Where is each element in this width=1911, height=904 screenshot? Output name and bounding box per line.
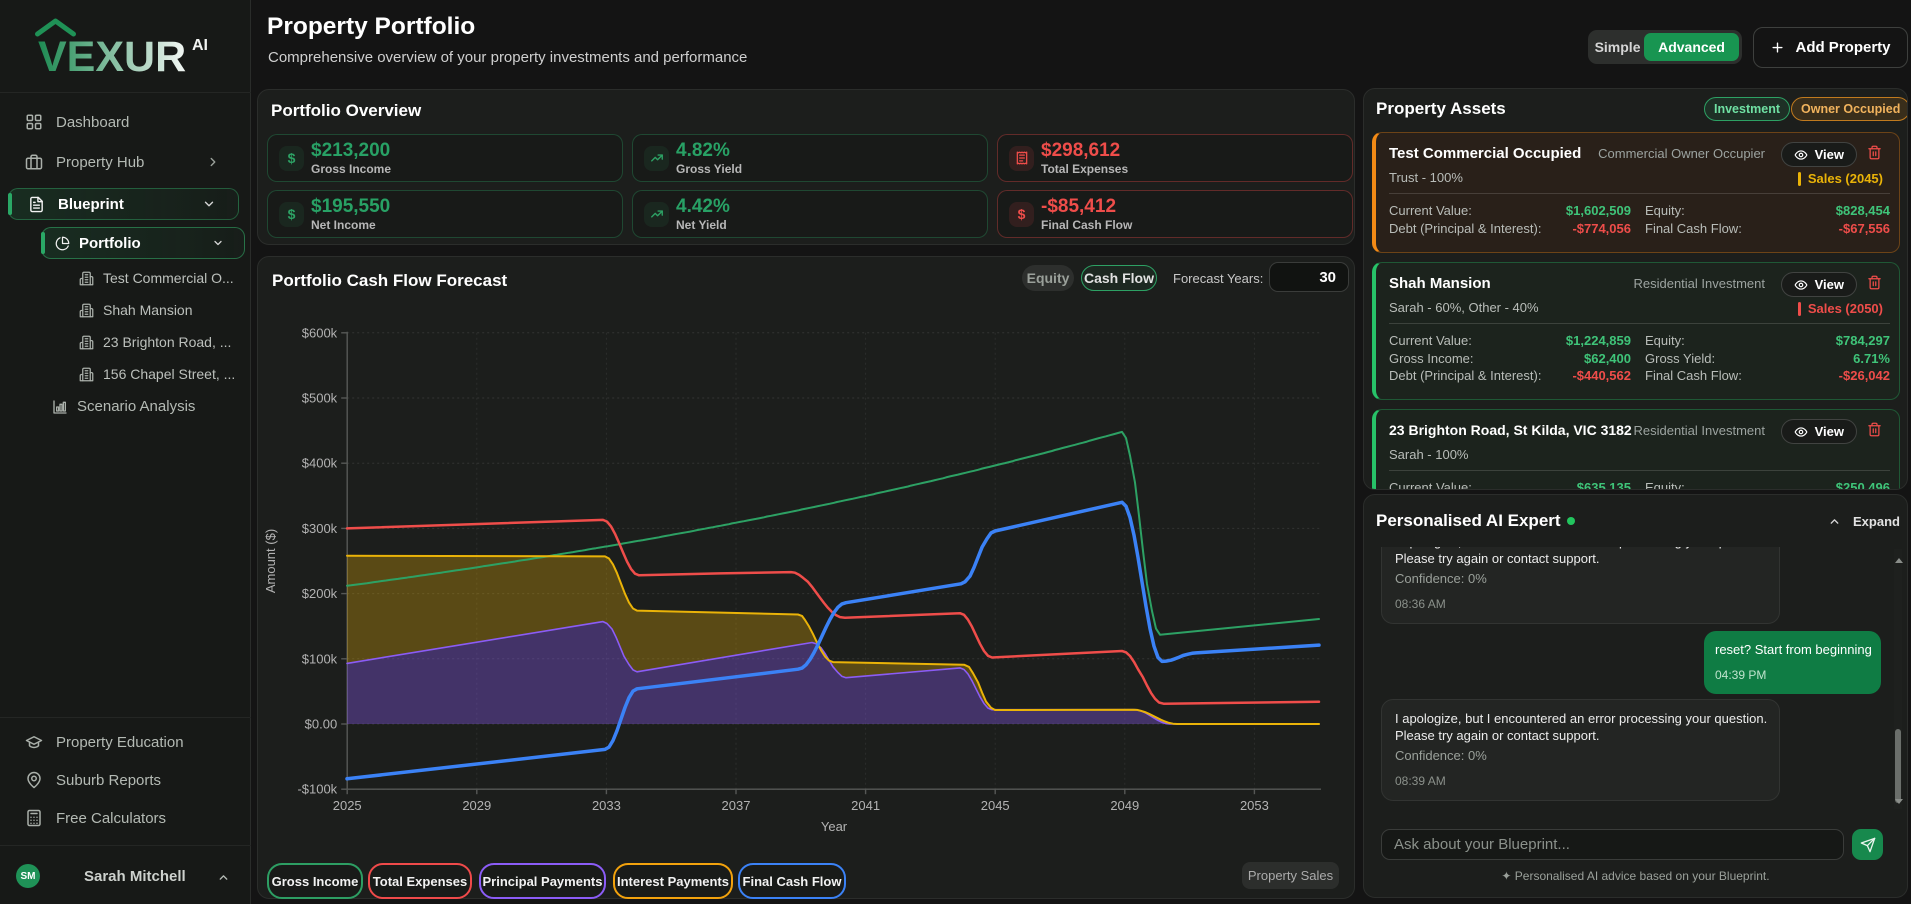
svg-text:2025: 2025 [333,798,362,813]
svg-text:2045: 2045 [981,798,1010,813]
svg-text:$300k: $300k [302,521,338,536]
svg-text:$0.00: $0.00 [305,717,338,732]
svg-text:$600k: $600k [302,325,338,340]
svg-text:2041: 2041 [851,798,880,813]
svg-text:2033: 2033 [592,798,621,813]
svg-text:$500k: $500k [302,391,338,406]
svg-text:$200k: $200k [302,586,338,601]
svg-text:$400k: $400k [302,456,338,471]
svg-text:-$100k: -$100k [297,782,337,797]
svg-text:Year: Year [821,819,848,834]
svg-text:$100k: $100k [302,651,338,666]
svg-text:2037: 2037 [722,798,751,813]
svg-text:VEXUR: VEXUR [38,33,186,76]
svg-text:2053: 2053 [1240,798,1269,813]
svg-text:2049: 2049 [1110,798,1139,813]
svg-text:2029: 2029 [462,798,491,813]
svg-text:Amount ($): Amount ($) [263,529,278,593]
svg-text:AI: AI [192,37,208,54]
